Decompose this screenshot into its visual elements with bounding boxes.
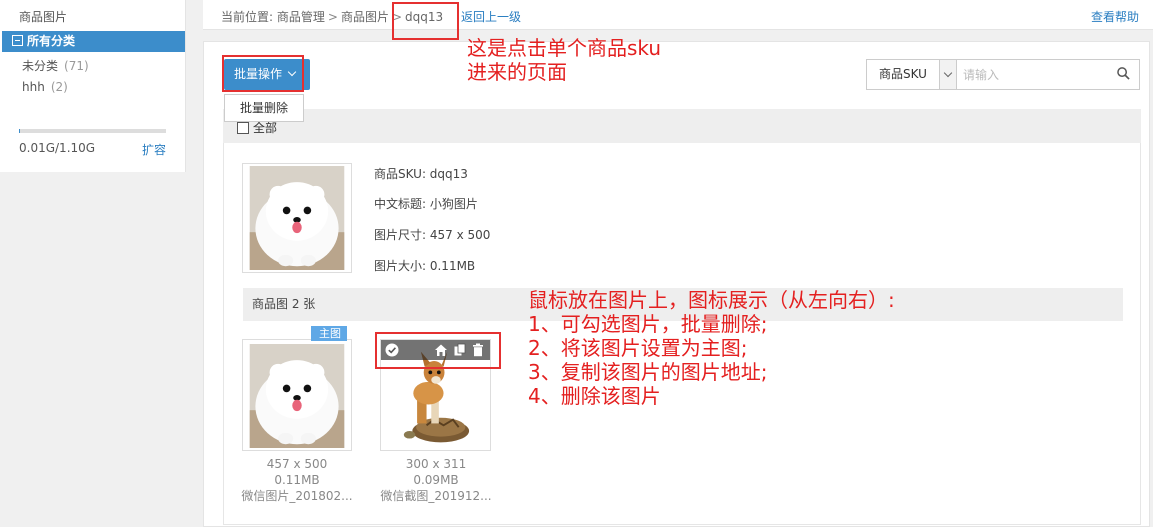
- annotation-line: 3、复制该图片的图片地址;: [528, 360, 768, 384]
- search-field-label: 商品SKU: [879, 67, 927, 81]
- expand-storage-link[interactable]: 扩容: [142, 141, 166, 158]
- category-name: hhh: [22, 80, 45, 94]
- batch-delete-menu-item[interactable]: 批量删除: [224, 94, 304, 122]
- category-item[interactable]: 未分类 (71): [22, 57, 89, 74]
- top-bar: 当前位置: 商品管理 > 商品图片 > dqq13 返回上一级 查看帮助: [203, 0, 1153, 30]
- gallery-image: [248, 344, 346, 448]
- storage-progress-bar: [19, 129, 166, 133]
- annotation-box-sku: [392, 2, 459, 40]
- annotation-line: 这是点击单个商品sku: [467, 36, 662, 60]
- product-thumbnail: [242, 163, 352, 273]
- filesize-info: 图片大小: 0.11MB: [374, 259, 476, 273]
- sku-info: 商品SKU: dqq13: [374, 167, 468, 181]
- help-link[interactable]: 查看帮助: [1091, 8, 1139, 25]
- collapse-icon[interactable]: [12, 35, 23, 46]
- dimension-info: 图片尺寸: 457 x 500: [374, 228, 491, 242]
- annotation-line: 进来的页面: [467, 60, 567, 84]
- select-all-bar: 全部: [223, 109, 1141, 143]
- main-panel: 批量操作 批量删除 商品SKU 全部 商品SKU: dqq13 中文标题: 小狗…: [203, 41, 1150, 527]
- image-caption: 457 x 500 0.11MB 微信图片_201802...: [237, 456, 357, 504]
- search-bar: 商品SKU: [866, 59, 1140, 90]
- storage-usage-text: 0.01G/1.10G: [19, 141, 96, 155]
- search-icon[interactable]: [1117, 67, 1130, 80]
- annotation-top-note: 这是点击单个商品sku 进来的页面: [467, 36, 661, 84]
- image-filename: 微信截图_201912...: [380, 489, 492, 503]
- annotation-line: 鼠标放在图片上，图标展示（从左向右）:: [528, 288, 895, 312]
- category-count: (2): [50, 80, 68, 94]
- category-name: 未分类: [22, 59, 59, 73]
- sidebar: 商品图片 所有分类 未分类 (71) hhh (2) 0.01G/1.10G 扩容: [0, 0, 186, 172]
- image-filesize: 0.09MB: [413, 473, 459, 487]
- breadcrumb-separator-icon: >: [327, 10, 338, 24]
- category-item[interactable]: hhh (2): [22, 80, 68, 94]
- category-all-label: 所有分类: [27, 34, 76, 48]
- annotation-box-batch: [222, 55, 304, 92]
- image-dimensions: 300 x 311: [405, 457, 467, 471]
- storage-progress-fill: [19, 129, 21, 133]
- checkbox-icon[interactable]: [237, 121, 249, 134]
- annotation-hover-note: 鼠标放在图片上，图标展示（从左向右）: 1、可勾选图片，批量删除; 2、将该图片…: [528, 288, 895, 408]
- annotation-line: 2、将该图片设置为主图;: [528, 336, 748, 360]
- breadcrumb-prefix: 当前位置:: [221, 10, 274, 24]
- title-info: 中文标题: 小狗图片: [374, 197, 478, 211]
- image-filename: 微信图片_201802...: [241, 489, 353, 503]
- dropdown-arrow-icon[interactable]: [939, 60, 956, 89]
- category-all[interactable]: 所有分类: [2, 31, 185, 52]
- search-input[interactable]: [963, 60, 1113, 89]
- category-count: (71): [64, 59, 89, 73]
- gallery-image-card[interactable]: [242, 339, 352, 451]
- breadcrumb-item[interactable]: 商品管理: [277, 10, 325, 24]
- product-image: [248, 166, 346, 270]
- breadcrumb-item[interactable]: 商品图片: [341, 10, 389, 24]
- sidebar-title: 商品图片: [19, 10, 68, 24]
- search-field-select[interactable]: 商品SKU: [867, 60, 957, 89]
- image-caption: 300 x 311 0.09MB 微信截图_201912...: [376, 456, 496, 504]
- annotation-box-hover-icons: [375, 332, 501, 369]
- image-filesize: 0.11MB: [274, 473, 320, 487]
- annotation-line: 1、可勾选图片，批量删除;: [528, 312, 768, 336]
- back-link[interactable]: 返回上一级: [461, 8, 521, 25]
- main-image-badge: 主图: [311, 326, 347, 341]
- annotation-line: 4、删除该图片: [528, 384, 661, 408]
- image-dimensions: 457 x 500: [266, 457, 328, 471]
